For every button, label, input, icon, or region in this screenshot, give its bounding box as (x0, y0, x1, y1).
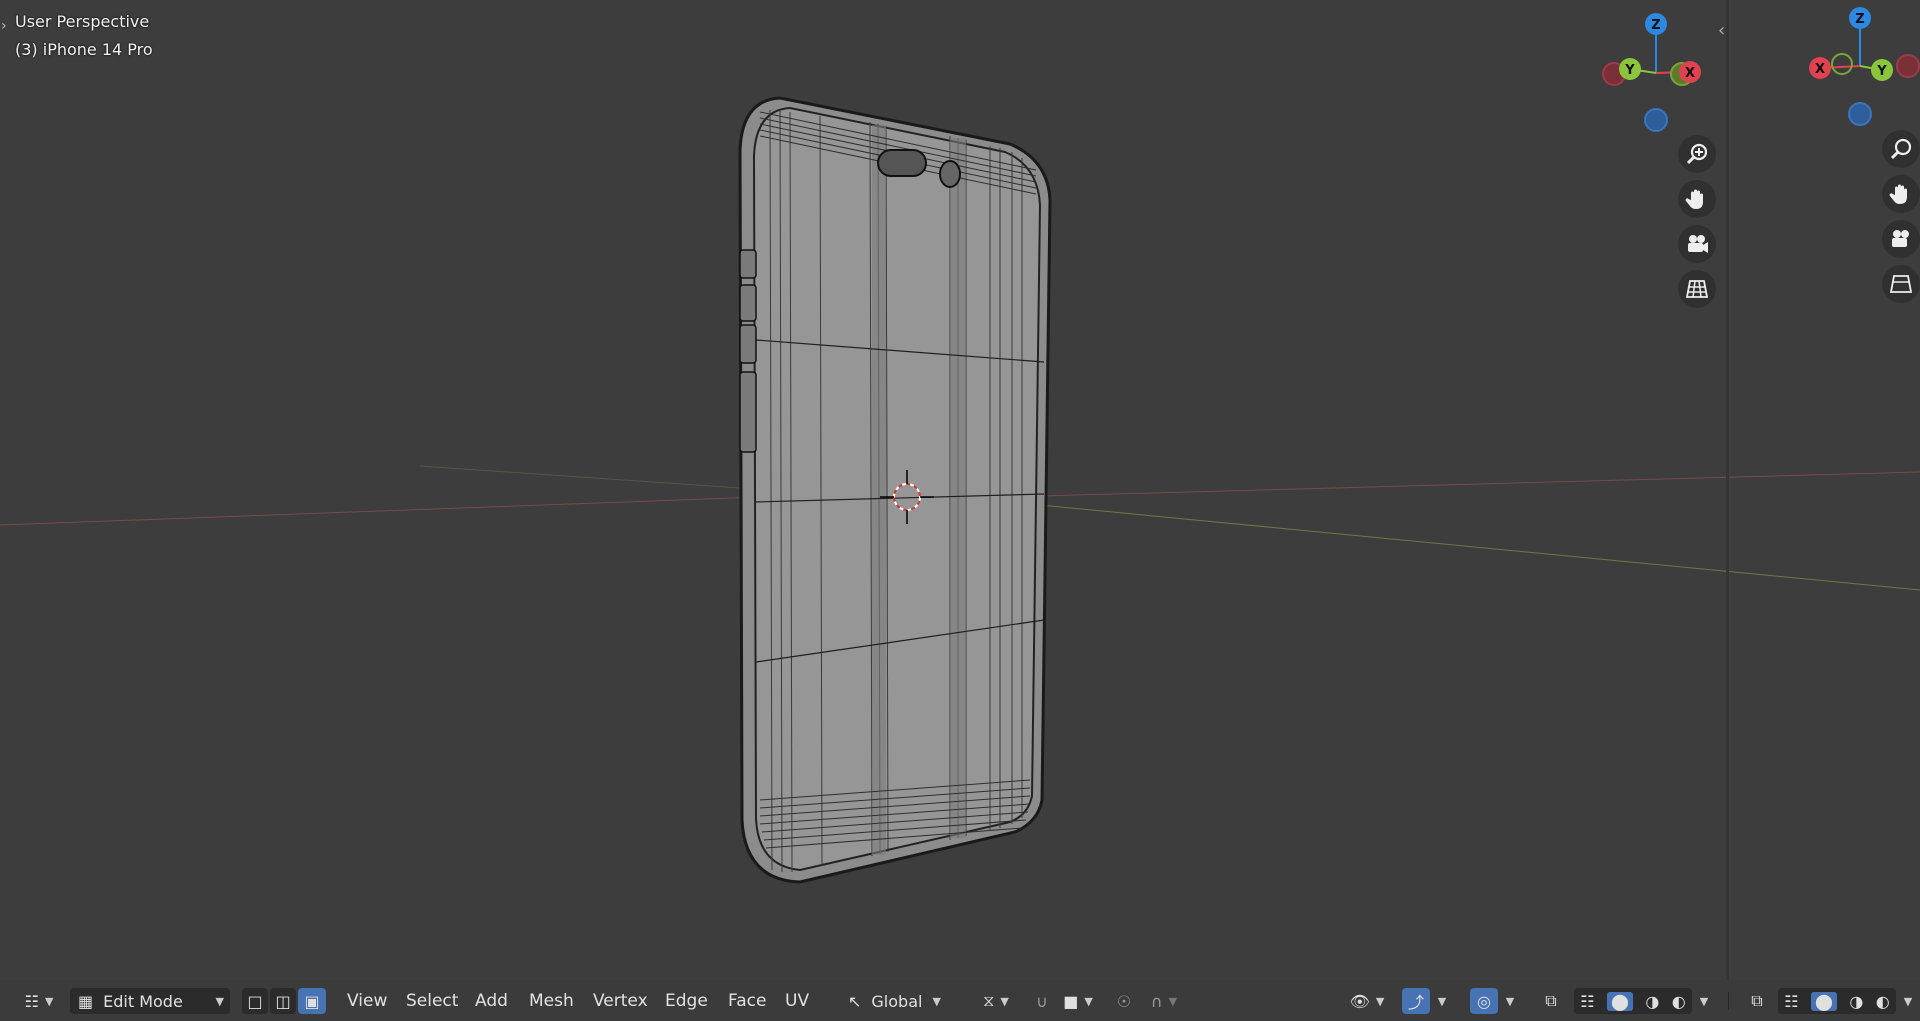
gizmo-icon: ⤴ (1407, 993, 1424, 1012)
neg-z-axis-icon (1644, 108, 1668, 132)
hand-pan-icon[interactable] (1882, 175, 1920, 213)
xray-icon: ⧉ (1545, 991, 1557, 1010)
snap-target-dropdown[interactable]: ■ ▼ (1058, 988, 1098, 1014)
3d-viewport[interactable]: User Perspective (3) iPhone 14 Pro › ‹ Z… (0, 0, 1920, 1021)
toolbar-toggle-icon[interactable]: › (1, 18, 7, 34)
rendered-shading-icon[interactable]: ◐ (1876, 992, 1890, 1011)
editor-type-icon: ☷ (24, 991, 39, 1011)
x-axis-line (0, 496, 761, 526)
y-axis-line (1039, 504, 1920, 591)
falloff-dropdown[interactable]: ∩ ▼ (1140, 988, 1188, 1014)
gizmo-dropdown[interactable]: ▼ (1432, 988, 1452, 1014)
menu-view[interactable]: View (342, 988, 392, 1014)
header-divider (1728, 992, 1729, 1010)
navigation-gizmo[interactable]: Z X Y (1598, 8, 1718, 138)
mode-label: Edit Mode (103, 991, 183, 1011)
eye-icon: 👁 (1349, 991, 1370, 1011)
menu-uv[interactable]: UV (780, 988, 814, 1014)
menu-edge[interactable]: Edge (660, 988, 713, 1014)
shading-mode-group: ☷ ⬤ ◑ ◐ (1574, 988, 1692, 1014)
camera-icon[interactable] (1882, 220, 1920, 258)
material-shading-icon[interactable]: ◑ (1645, 992, 1659, 1011)
edge-select-button[interactable]: ◫ (270, 988, 296, 1014)
editor-type-button[interactable]: ☷ ▼ (18, 988, 60, 1014)
proportional-edit-icon: ☉ (1116, 991, 1132, 1011)
material-shading-icon[interactable]: ◑ (1849, 992, 1863, 1011)
y-axis-line (419, 465, 741, 489)
gizmo-toggle[interactable]: ⤴ (1402, 988, 1430, 1014)
pivot-point-button[interactable]: ⧖ ▼ (976, 988, 1016, 1014)
edit-mode-icon: ▦ (78, 991, 94, 1011)
proportional-edit-toggle[interactable]: ☉ (1112, 988, 1136, 1014)
visibility-dropdown[interactable]: 👁 ▼ (1346, 988, 1388, 1014)
menu-face[interactable]: Face (723, 988, 771, 1014)
face-select-button[interactable]: ▣ (298, 988, 326, 1014)
xray-icon: ⧉ (1751, 991, 1763, 1010)
shading-dropdown-secondary[interactable]: ▼ (1898, 988, 1918, 1014)
menu-select[interactable]: Select (401, 988, 463, 1014)
camera-icon[interactable] (1678, 225, 1716, 263)
svg-text:Y: Y (1876, 64, 1887, 79)
falloff-curve-icon: ∩ (1150, 991, 1163, 1011)
mode-dropdown[interactable]: ▦ Edit Mode ▼ (70, 988, 230, 1014)
edge-select-icon: ◫ (275, 991, 291, 1011)
rendered-shading-icon[interactable]: ◐ (1672, 992, 1686, 1011)
svg-text:Z: Z (1855, 12, 1864, 27)
svg-text:Z: Z (1651, 18, 1660, 33)
zoom-icon[interactable] (1678, 135, 1716, 173)
hand-pan-icon[interactable] (1678, 180, 1716, 218)
svg-text:Y: Y (1624, 63, 1635, 78)
grid-ortho-icon[interactable] (1678, 270, 1716, 308)
svg-text:X: X (1685, 66, 1695, 81)
xray-toggle[interactable]: ⧉ (1538, 988, 1564, 1014)
transform-orientation-dropdown[interactable]: ↖ Global ▼ (848, 988, 966, 1014)
menu-vertex[interactable]: Vertex (588, 988, 653, 1014)
pivot-icon: ⧖ (983, 991, 995, 1010)
zoom-icon[interactable] (1882, 130, 1920, 168)
wireframe-shading-icon[interactable]: ☷ (1784, 992, 1798, 1011)
orientation-icon: ↖ (848, 991, 862, 1011)
grid-ortho-icon[interactable] (1882, 265, 1920, 303)
solid-shading-icon[interactable]: ⬤ (1607, 991, 1633, 1011)
wireframe-shading-icon[interactable]: ☷ (1580, 992, 1594, 1011)
sidebar-toggle-icon[interactable]: ‹ (1718, 20, 1725, 41)
xray-toggle-secondary[interactable]: ⧉ (1744, 988, 1770, 1014)
overlays-toggle[interactable]: ◎ (1470, 988, 1498, 1014)
solid-shading-icon[interactable]: ⬤ (1811, 991, 1837, 1011)
vertex-select-button[interactable]: □ (242, 988, 268, 1014)
overlays-icon: ◎ (1477, 991, 1491, 1011)
snap-increment-icon: ■ (1063, 991, 1079, 1011)
shading-mode-group-secondary: ☷ ⬤ ◑ ◐ (1778, 988, 1896, 1014)
orientation-label: Global (871, 991, 923, 1011)
menu-add[interactable]: Add (470, 988, 513, 1014)
active-object-name: (3) iPhone 14 Pro (15, 40, 153, 59)
magnet-icon: ∪ (1036, 991, 1048, 1011)
viewport-header: ☷ ▼ ▦ Edit Mode ▼ □ ◫ ▣ View Select Add M… (0, 980, 1920, 1021)
view-title: User Perspective (15, 12, 150, 31)
area-divider[interactable] (1726, 0, 1729, 1021)
vertex-select-icon: □ (247, 991, 263, 1011)
svg-text:X: X (1815, 62, 1825, 77)
x-axis-line (1039, 471, 1920, 497)
overlays-dropdown[interactable]: ▼ (1500, 988, 1520, 1014)
face-select-icon: ▣ (304, 991, 320, 1011)
navigation-gizmo-secondary[interactable]: Z X Y (1800, 4, 1920, 134)
menu-mesh[interactable]: Mesh (524, 988, 579, 1014)
viewport-canvas (0, 96, 1920, 884)
snap-toggle[interactable]: ∪ (1030, 988, 1054, 1014)
shading-dropdown[interactable]: ▼ (1694, 988, 1714, 1014)
